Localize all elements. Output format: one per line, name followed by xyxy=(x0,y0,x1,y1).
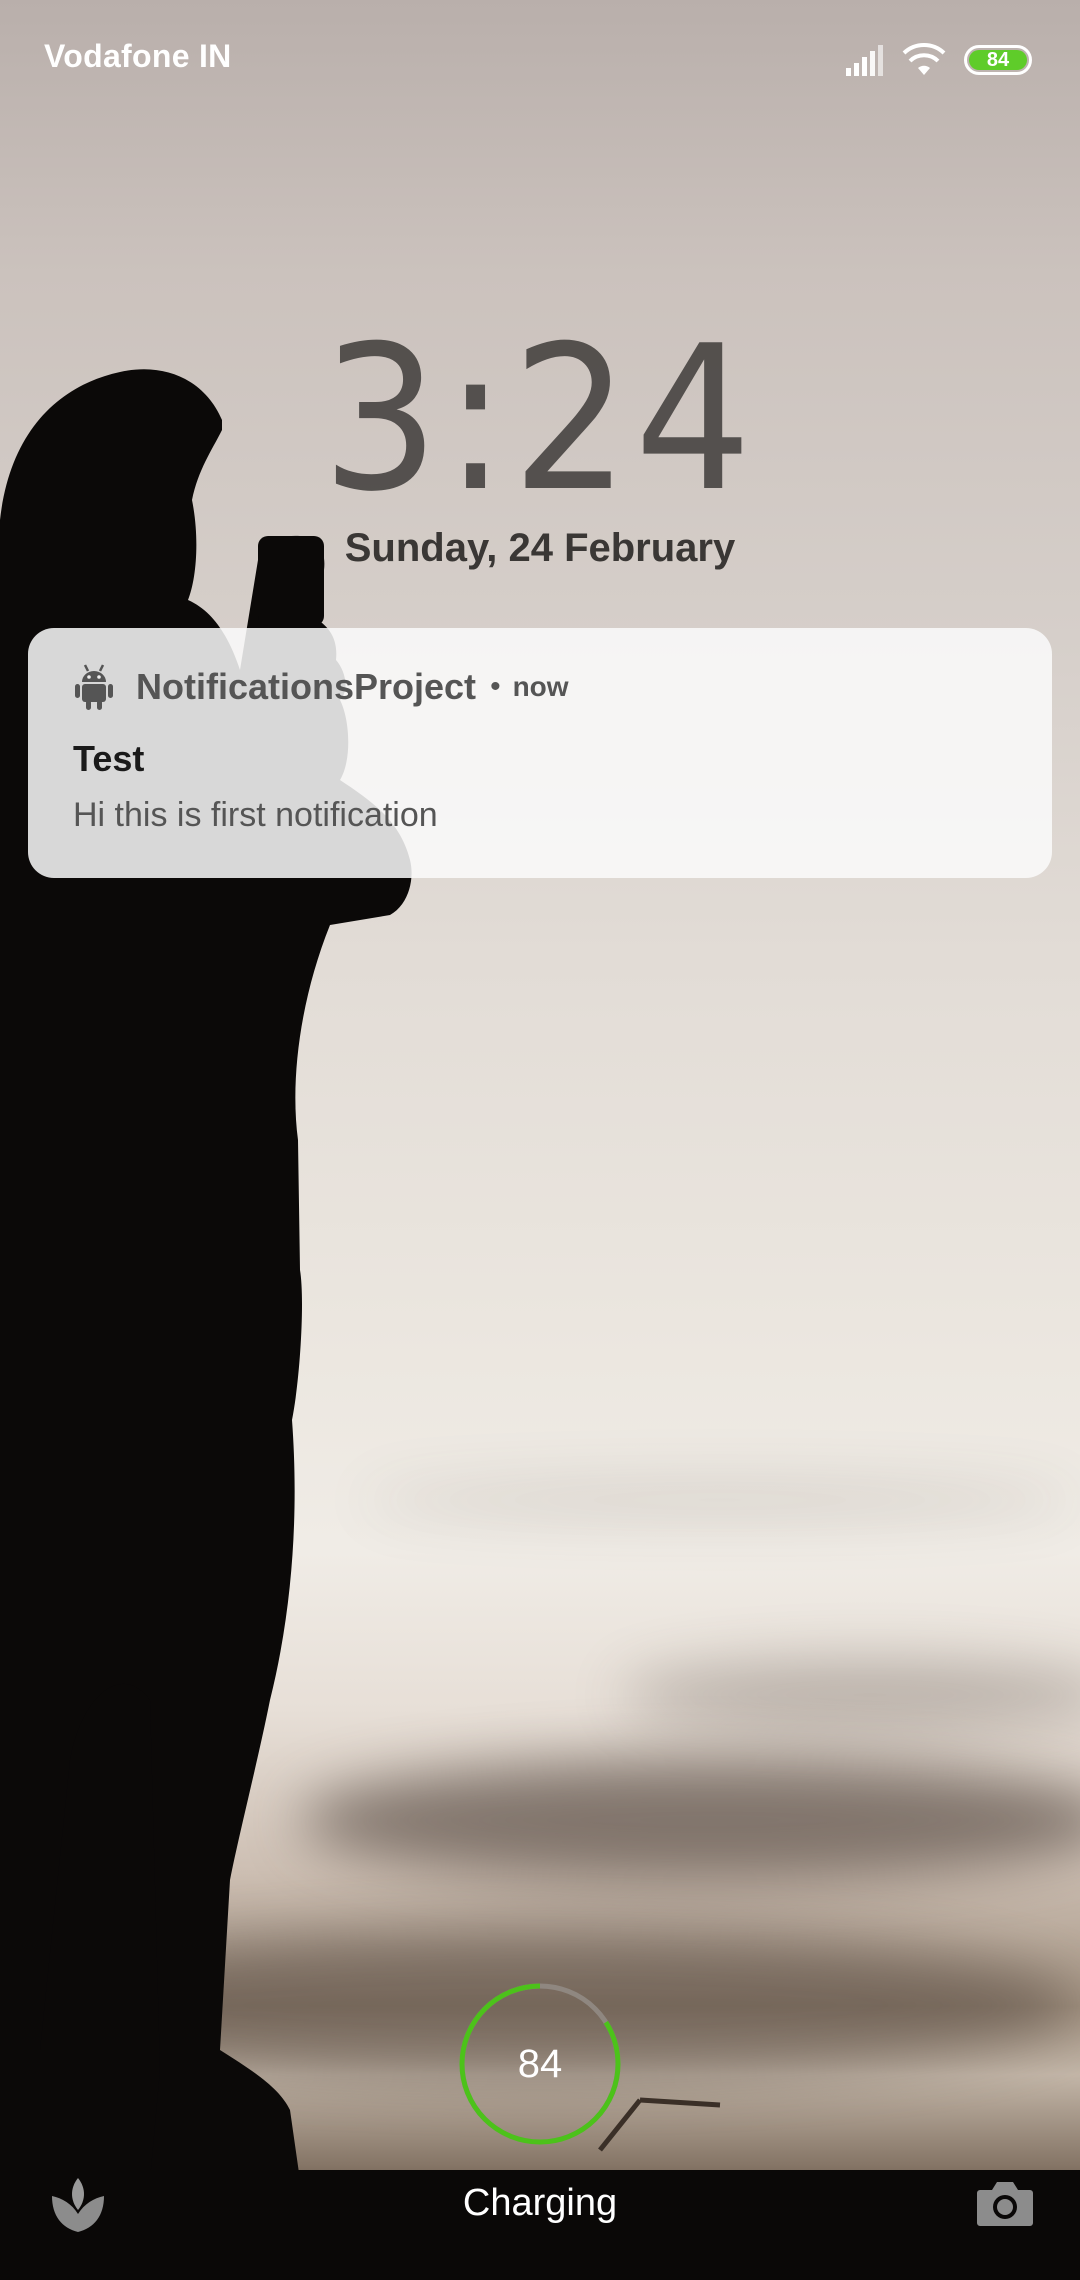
notification-title: Test xyxy=(73,738,145,779)
lockscreen-bottom-bar: Charging xyxy=(0,2160,1080,2280)
camera-icon[interactable] xyxy=(976,2178,1034,2228)
signal-icon xyxy=(846,45,883,76)
battery-icon: 84 xyxy=(964,45,1032,75)
lockscreen-date: Sunday, 24 February xyxy=(344,526,736,570)
android-icon xyxy=(75,664,113,710)
status-bar: Vodafone IN 84 xyxy=(0,0,1080,120)
wifi-icon xyxy=(902,43,946,75)
charging-percent: 84 xyxy=(517,2041,563,2086)
clock-time: 3:24 xyxy=(322,303,758,536)
carrier-name: Vodafone IN xyxy=(44,38,232,74)
notification-separator: • xyxy=(490,670,501,703)
notification-time: now xyxy=(512,671,569,702)
notification-text: Hi this is first notification xyxy=(73,796,438,834)
charging-label: Charging xyxy=(462,2182,618,2224)
notification-header: NotificationsProject • now xyxy=(74,662,569,712)
status-icons: 84 xyxy=(844,42,1032,78)
notification-app-name: NotificationsProject xyxy=(136,666,477,707)
notification-card[interactable]: NotificationsProject • now Test Hi this … xyxy=(28,628,1052,878)
battery-level: 84 xyxy=(969,49,1027,71)
lockscreen-clock: 3:24 xyxy=(0,320,1080,520)
